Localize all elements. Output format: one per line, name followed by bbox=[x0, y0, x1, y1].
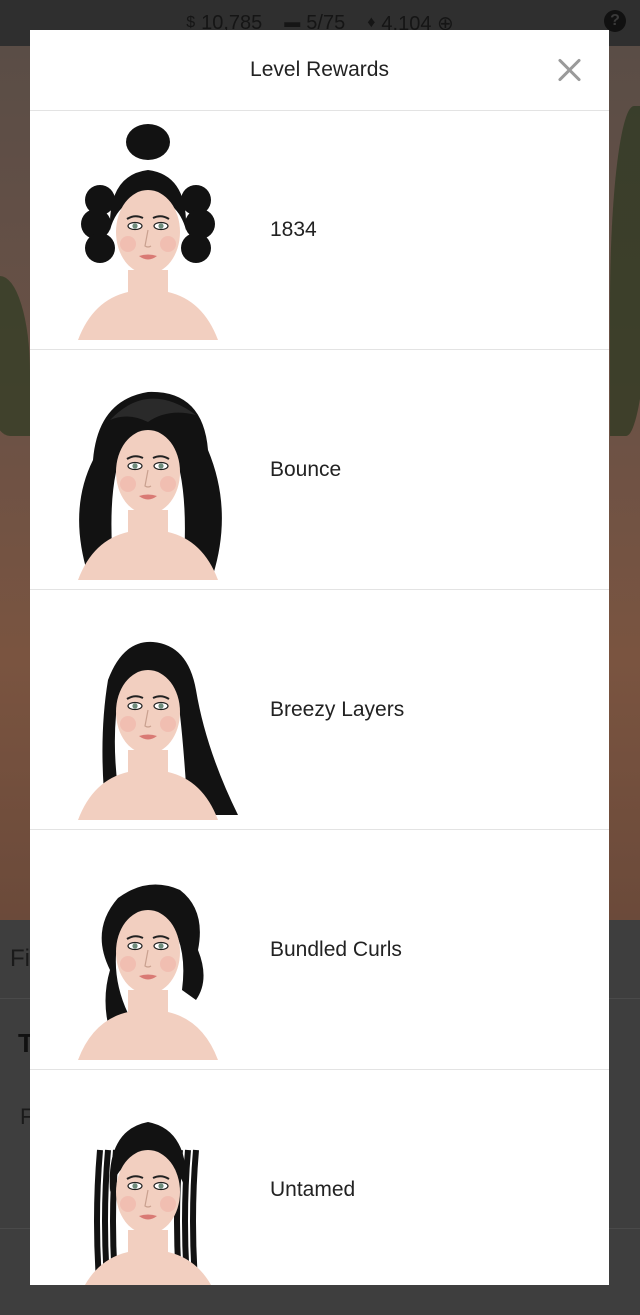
background-text: Fi bbox=[10, 945, 30, 972]
hair-curl bbox=[85, 233, 115, 263]
cheek bbox=[120, 1196, 136, 1212]
reward-name: 1834 bbox=[270, 217, 317, 241]
avatar-hairstyle-bundled-curls bbox=[48, 840, 248, 1060]
iris bbox=[158, 1183, 164, 1189]
avatar-illustration bbox=[78, 391, 222, 580]
cheek bbox=[120, 236, 136, 252]
cheek bbox=[120, 716, 136, 732]
avatar-hairstyle-breezy-layers bbox=[48, 600, 248, 820]
dialog-header: Level Rewards bbox=[30, 30, 609, 111]
cheek bbox=[120, 956, 136, 972]
reward-item[interactable]: Bundled Curls bbox=[30, 830, 609, 1070]
reward-item[interactable]: Untamed bbox=[30, 1070, 609, 1285]
iris bbox=[132, 1183, 138, 1189]
hair-braid bbox=[94, 1149, 103, 1285]
cheek bbox=[160, 716, 176, 732]
reward-name: Bounce bbox=[270, 457, 342, 481]
reward-name: Breezy Layers bbox=[270, 697, 405, 721]
cheek bbox=[120, 476, 136, 492]
hair-bun bbox=[126, 124, 170, 160]
avatar-hairstyle-bounce bbox=[48, 360, 248, 580]
palm-leaf-left bbox=[0, 276, 30, 436]
avatar-hairstyle-untamed bbox=[48, 1080, 248, 1285]
iris bbox=[158, 223, 164, 229]
iris bbox=[132, 463, 138, 469]
level-rewards-dialog: Level Rewards 1834 Bounce Breezy Layers … bbox=[30, 30, 609, 1285]
close-button[interactable] bbox=[557, 57, 583, 83]
iris bbox=[158, 463, 164, 469]
iris bbox=[132, 943, 138, 949]
avatar-illustration bbox=[78, 641, 238, 820]
help-icon: ? bbox=[604, 10, 626, 32]
palm-leaf-right bbox=[610, 106, 640, 436]
cheek bbox=[160, 476, 176, 492]
iris bbox=[158, 703, 164, 709]
avatar-illustration bbox=[85, 1122, 211, 1285]
shoulders bbox=[78, 270, 218, 340]
hair-curl bbox=[181, 233, 211, 263]
avatar-hairstyle-1834 bbox=[48, 120, 248, 340]
shoulders bbox=[78, 990, 218, 1060]
reward-item[interactable]: Breezy Layers bbox=[30, 590, 609, 830]
iris bbox=[158, 943, 164, 949]
cheek bbox=[160, 956, 176, 972]
cheek bbox=[160, 1196, 176, 1212]
avatar-illustration bbox=[78, 124, 218, 340]
iris bbox=[132, 703, 138, 709]
reward-name: Bundled Curls bbox=[270, 937, 402, 961]
reward-item[interactable]: 1834 bbox=[30, 110, 609, 350]
reward-list: 1834 Bounce Breezy Layers Bundled Curls … bbox=[30, 110, 609, 1285]
dialog-title: Level Rewards bbox=[250, 58, 389, 81]
iris bbox=[132, 223, 138, 229]
avatar-illustration bbox=[78, 884, 218, 1060]
reward-item[interactable]: Bounce bbox=[30, 350, 609, 590]
cheek bbox=[160, 236, 176, 252]
reward-name: Untamed bbox=[270, 1177, 356, 1201]
